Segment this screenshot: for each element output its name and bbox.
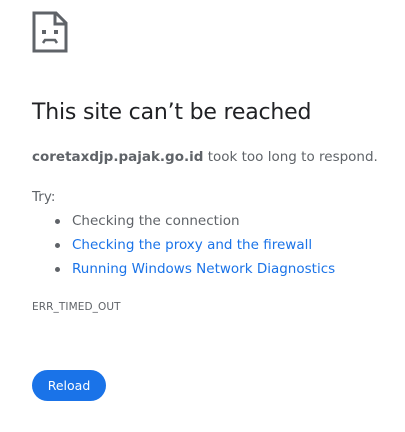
bullet-icon [55, 243, 60, 248]
suggestions-list: Checking the connection Checking the pro… [32, 211, 335, 283]
reload-button[interactable]: Reload [32, 370, 106, 401]
try-label: Try: [32, 189, 56, 205]
error-message: took too long to respond. [203, 149, 378, 165]
link-network-diagnostics[interactable]: Running Windows Network Diagnostics [72, 261, 335, 277]
error-summary: coretaxdjp.pajak.go.id took too long to … [32, 149, 378, 165]
suggestion-check-connection: Checking the connection [72, 213, 240, 229]
suggestion-item: Checking the proxy and the firewall [55, 235, 335, 259]
bullet-icon [55, 267, 60, 272]
sad-page-icon [32, 11, 68, 53]
link-check-proxy-firewall[interactable]: Checking the proxy and the firewall [72, 237, 312, 253]
suggestion-item: Running Windows Network Diagnostics [55, 259, 335, 283]
suggestion-item: Checking the connection [55, 211, 335, 235]
host-name: coretaxdjp.pajak.go.id [32, 149, 204, 165]
page-title: This site can’t be reached [32, 100, 312, 125]
bullet-icon [55, 219, 60, 224]
error-code: ERR_TIMED_OUT [32, 301, 121, 313]
